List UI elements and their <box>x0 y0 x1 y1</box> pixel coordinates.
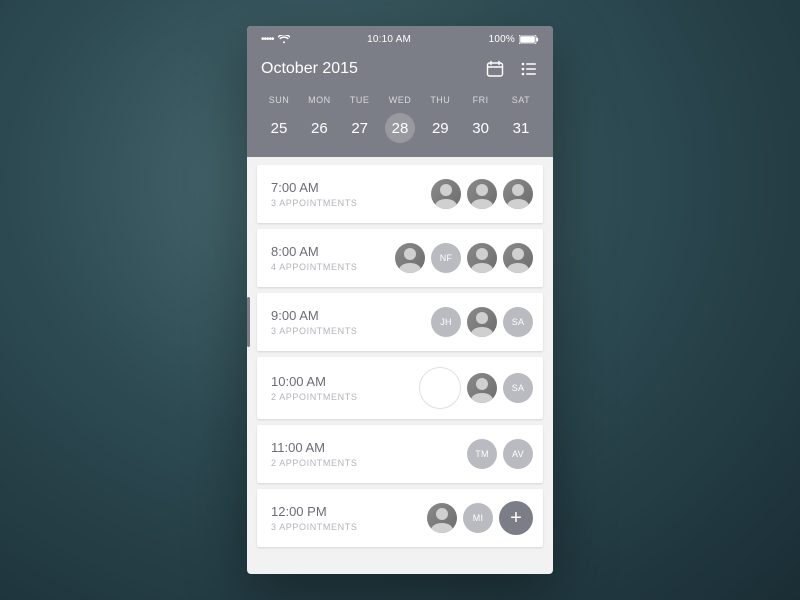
avatar[interactable] <box>427 503 457 533</box>
month-title: October 2015 <box>261 60 358 78</box>
status-time: 10:10 AM <box>367 34 411 45</box>
day-sat[interactable]: SAT 31 <box>503 95 539 143</box>
day-number: 30 <box>466 113 496 143</box>
slot-count: 3 APPOINTMENTS <box>271 326 357 336</box>
avatar-group: NF <box>395 243 533 273</box>
avatar-group: SA <box>419 367 533 409</box>
avatar[interactable] <box>467 179 497 209</box>
day-label: WED <box>389 95 412 105</box>
week-row: SUN 25 MON 26 TUE 27 WED 28 THU 29 FRI 30 SAT 31 <box>261 95 539 143</box>
day-sun[interactable]: SUN 25 <box>261 95 297 143</box>
day-wed[interactable]: WED 28 <box>382 95 418 143</box>
day-number: 29 <box>425 113 455 143</box>
day-label: MON <box>308 95 331 105</box>
avatar-group: MI+ <box>427 501 533 535</box>
avatar-initials[interactable]: JH <box>431 307 461 337</box>
avatar-initials[interactable]: SA <box>503 307 533 337</box>
time-slot[interactable]: 9:00 AM 3 APPOINTMENTS JH SA <box>257 293 543 351</box>
avatar[interactable] <box>467 243 497 273</box>
day-number: 27 <box>345 113 375 143</box>
day-number: 26 <box>304 113 334 143</box>
day-label: SUN <box>269 95 290 105</box>
slot-time: 9:00 AM <box>271 308 357 323</box>
slot-info: 9:00 AM 3 APPOINTMENTS <box>271 308 357 336</box>
time-slot[interactable]: 8:00 AM 4 APPOINTMENTS NF <box>257 229 543 287</box>
battery-icon <box>519 35 539 44</box>
avatar-initials[interactable]: SA <box>503 373 533 403</box>
slot-time: 7:00 AM <box>271 180 357 195</box>
day-label: FRI <box>473 95 489 105</box>
slot-info: 11:00 AM 2 APPOINTMENTS <box>271 440 357 468</box>
slot-time: 12:00 PM <box>271 504 357 519</box>
empty-avatar[interactable] <box>419 367 461 409</box>
header: ••••• 10:10 AM 100% October 2015 <box>247 26 553 157</box>
day-label: SAT <box>512 95 530 105</box>
avatar[interactable] <box>395 243 425 273</box>
slot-info: 10:00 AM 2 APPOINTMENTS <box>271 374 357 402</box>
slot-info: 7:00 AM 3 APPOINTMENTS <box>271 180 357 208</box>
list-icon[interactable] <box>519 59 539 79</box>
avatar-initials[interactable]: MI <box>463 503 493 533</box>
day-number: 31 <box>506 113 536 143</box>
wifi-icon <box>278 35 290 44</box>
day-tue[interactable]: TUE 27 <box>342 95 378 143</box>
add-button[interactable]: + <box>499 501 533 535</box>
avatar-initials[interactable]: NF <box>431 243 461 273</box>
time-slot[interactable]: 7:00 AM 3 APPOINTMENTS <box>257 165 543 223</box>
phone-frame: ••••• 10:10 AM 100% October 2015 <box>247 26 553 574</box>
slot-count: 4 APPOINTMENTS <box>271 262 357 272</box>
slot-info: 12:00 PM 3 APPOINTMENTS <box>271 504 357 532</box>
avatar[interactable] <box>503 243 533 273</box>
slot-time: 8:00 AM <box>271 244 357 259</box>
slot-time: 10:00 AM <box>271 374 357 389</box>
day-label: TUE <box>350 95 370 105</box>
avatar-initials[interactable]: AV <box>503 439 533 469</box>
avatar-group: TMAV <box>467 439 533 469</box>
battery-pct: 100% <box>489 34 515 45</box>
status-bar: ••••• 10:10 AM 100% <box>261 34 539 45</box>
slot-count: 3 APPOINTMENTS <box>271 522 357 532</box>
day-thu[interactable]: THU 29 <box>422 95 458 143</box>
avatar[interactable] <box>503 179 533 209</box>
day-fri[interactable]: FRI 30 <box>463 95 499 143</box>
time-slot[interactable]: 10:00 AM 2 APPOINTMENTS SA <box>257 357 543 419</box>
avatar[interactable] <box>467 373 497 403</box>
day-number: 28 <box>385 113 415 143</box>
avatar-group: JH SA <box>431 307 533 337</box>
slot-count: 2 APPOINTMENTS <box>271 392 357 402</box>
avatar[interactable] <box>467 307 497 337</box>
slot-count: 2 APPOINTMENTS <box>271 458 357 468</box>
day-number: 25 <box>264 113 294 143</box>
slot-count: 3 APPOINTMENTS <box>271 198 357 208</box>
signal-dots: ••••• <box>261 34 274 45</box>
slot-info: 8:00 AM 4 APPOINTMENTS <box>271 244 357 272</box>
day-mon[interactable]: MON 26 <box>301 95 337 143</box>
time-slot[interactable]: 11:00 AM 2 APPOINTMENTS TMAV <box>257 425 543 483</box>
slot-time: 11:00 AM <box>271 440 357 455</box>
avatar[interactable] <box>431 179 461 209</box>
avatar-group <box>431 179 533 209</box>
day-label: THU <box>430 95 450 105</box>
appointment-list: 7:00 AM 3 APPOINTMENTS 8:00 AM 4 APPOINTMEN… <box>247 157 553 557</box>
calendar-icon[interactable] <box>485 59 505 79</box>
time-slot[interactable]: 12:00 PM 3 APPOINTMENTS MI+ <box>257 489 543 547</box>
avatar-initials[interactable]: TM <box>467 439 497 469</box>
